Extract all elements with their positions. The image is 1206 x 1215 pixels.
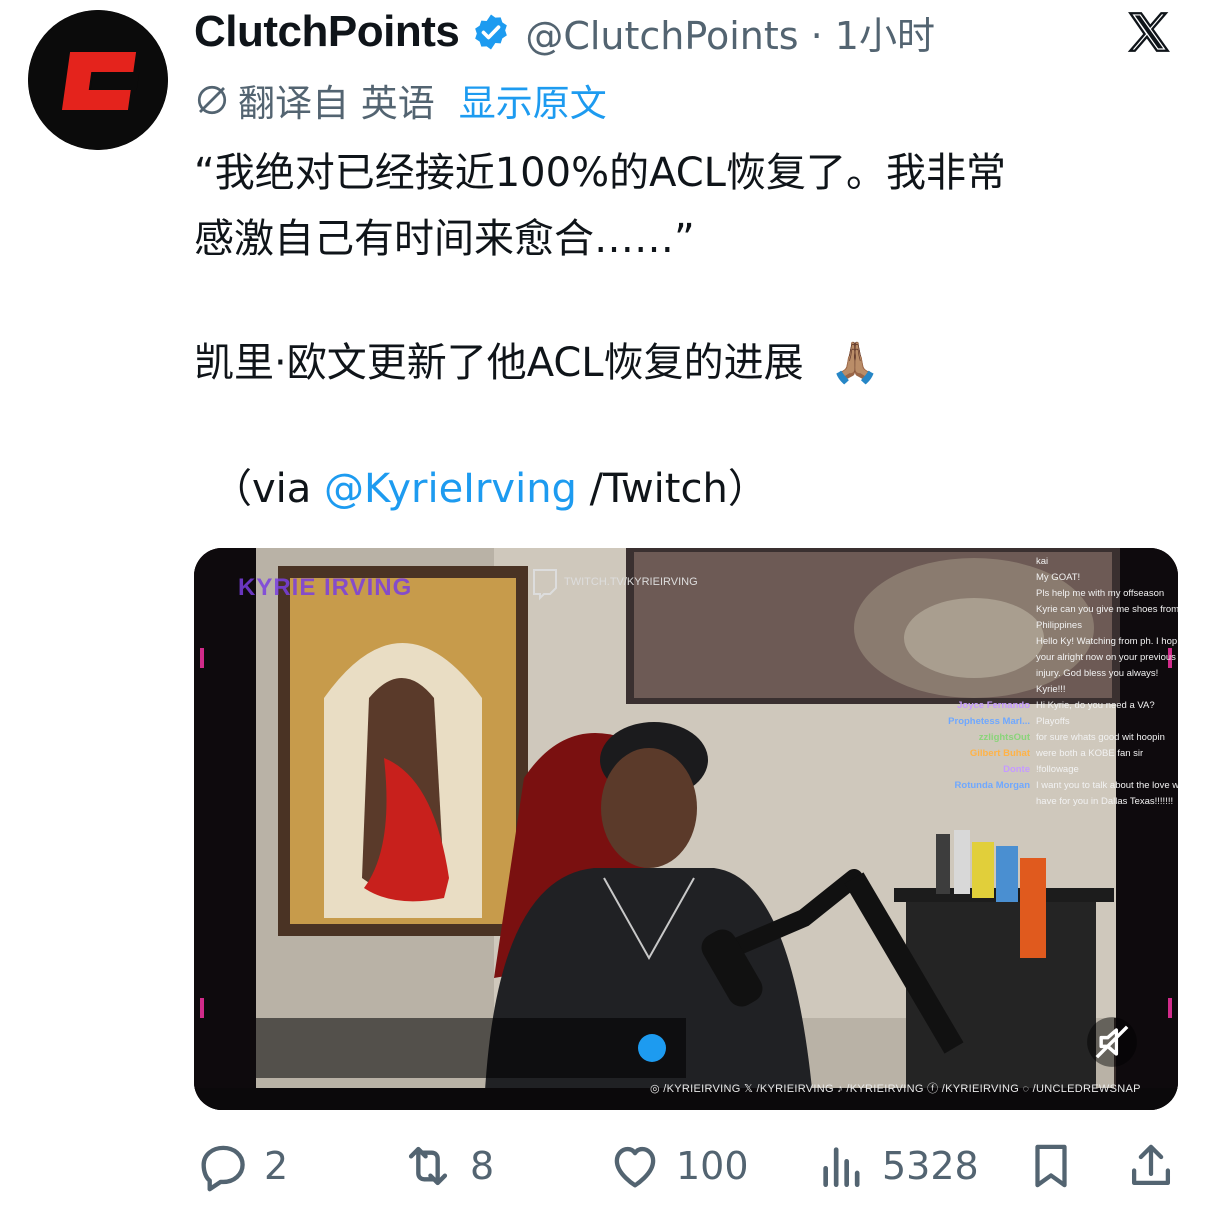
chat-text: Kyrie!!! [1036, 684, 1066, 695]
stream-twitch-url: TWITCH.TV/KYRIEIRVING [564, 576, 698, 588]
like-count: 100 [676, 1144, 749, 1188]
chat-text: injury. God bless you always! [1036, 668, 1159, 679]
chat-text: Pls help me with my offseason [1036, 588, 1165, 599]
chat-username: Rotunda Morgan [954, 780, 1030, 791]
stream-channel-title: KYRIE IRVING [238, 574, 413, 601]
chat-username [934, 634, 1036, 650]
chat-message: Kyrie can you give me shoes from [934, 602, 1178, 618]
like-button[interactable]: 100 [606, 1134, 749, 1198]
chat-message: zzlightsOut for sure whats good wit hoopi… [934, 730, 1178, 746]
chat-username [934, 618, 1036, 634]
chat-message: have for you in Dallas Texas!!!!!!! [934, 794, 1178, 810]
chat-text: Kyrie can you give me shoes from [1036, 604, 1178, 615]
mute-icon[interactable] [1086, 1016, 1138, 1068]
praying-hands-emoji: 🙏🏽 [830, 340, 881, 386]
show-original-link[interactable]: 显示原文 [459, 73, 607, 127]
clutchpoints-logo-icon [28, 10, 168, 150]
translate-icon [194, 82, 230, 118]
tweet-line: “我绝对已经接近100%的ACL恢复了。我非常 [194, 150, 1006, 196]
chat-message: injury. God bless you always! [934, 666, 1178, 682]
chat-text: My GOAT! [1036, 572, 1081, 583]
avatar[interactable] [28, 10, 168, 150]
via-suffix: /Twitch） [576, 466, 768, 512]
repost-count: 8 [470, 1144, 495, 1188]
views-icon [823, 1147, 860, 1187]
chat-message: Philippines [934, 618, 1178, 634]
chat-message: Gilbert Buhat were both a KOBE fan sir [934, 746, 1178, 762]
chat-text: Hi Kyrie, do you need a VA? [1036, 700, 1155, 711]
chat-text: your alright now on your previous [1036, 652, 1176, 663]
chat-username [934, 666, 1036, 682]
stream-chat-overlay: kai My GOAT! Pls help me with my offseason… [934, 554, 1178, 810]
chat-username: Joyce Fernando [957, 700, 1030, 711]
repost-button[interactable]: 8 [398, 1134, 494, 1198]
chat-message: Pls help me with my offseason [934, 586, 1178, 602]
stream-social-bar: ◎ /KYRIEIRVING 𝕏 /KYRIEIRVING ♪ /KYRIEIR… [650, 1083, 1141, 1095]
chat-username: zzlightsOut [978, 732, 1030, 743]
bookmark-button[interactable] [1024, 1134, 1090, 1198]
chat-text: !followage [1036, 764, 1079, 775]
views-button[interactable]: 5328 [814, 1134, 979, 1198]
chat-message: Joyce Fernando Hi Kyrie, do you need a VA… [934, 698, 1178, 714]
chat-message: Donte !followage [934, 762, 1178, 778]
tweet-line-text: 凯里·欧文更新了他ACL恢复的进展 [194, 340, 804, 386]
mention-link[interactable]: @KyrieIrving [324, 466, 577, 512]
translation-notice: 翻译自 英语 显示原文 [194, 74, 607, 126]
tweet-line: 凯里·欧文更新了他ACL恢复的进展 🙏🏽 [194, 330, 880, 396]
heart-icon [614, 1146, 656, 1188]
chat-username: Gilbert Buhat [969, 748, 1030, 759]
chat-username [934, 602, 1036, 618]
chat-username [934, 570, 1036, 586]
chat-text: I want you to talk about the love w [1036, 780, 1178, 791]
chat-username [934, 554, 1036, 570]
chat-message: kai [934, 554, 1178, 570]
chat-text: kai [1036, 556, 1049, 567]
chat-username [934, 586, 1036, 602]
chat-text: for sure whats good wit hoopin [1036, 732, 1165, 743]
chat-username [934, 794, 1036, 810]
chat-message: Hello Ky! Watching from ph. I hop [934, 634, 1178, 650]
tweet-via-line: （via @KyrieIrving /Twitch） [212, 456, 768, 522]
views-count: 5328 [882, 1144, 979, 1188]
chat-text: were both a KOBE fan sir [1036, 748, 1144, 759]
chat-text: Hello Ky! Watching from ph. I hop [1036, 636, 1178, 647]
chat-text: Playoffs [1036, 716, 1070, 727]
chat-message: My GOAT! [934, 570, 1178, 586]
chat-username: Donte [1003, 764, 1030, 775]
video-player[interactable]: KYRIE IRVING TWITCH.TV/KYRIEIRVING kai My… [194, 548, 1178, 1110]
reply-button[interactable]: 2 [194, 1134, 288, 1198]
tweet-header: ClutchPoints @ClutchPoints · 1小时 [194, 4, 1094, 60]
verified-badge-icon [471, 12, 511, 52]
chat-message: Kyrie!!! [934, 682, 1178, 698]
repost-icon [408, 1146, 448, 1186]
chat-username: Prophetess Marl... [948, 716, 1030, 727]
share-button[interactable] [1124, 1134, 1190, 1198]
bookmark-icon [1035, 1144, 1067, 1188]
reply-icon [201, 1145, 245, 1192]
chat-message: your alright now on your previous [934, 650, 1178, 666]
author-handle-time: @ClutchPoints · 1小时 [525, 13, 935, 58]
chat-text: Philippines [1036, 620, 1082, 631]
chat-username [934, 650, 1036, 666]
author-name[interactable]: ClutchPoints [194, 7, 460, 57]
chat-username [934, 682, 1036, 698]
chat-text: have for you in Dallas Texas!!!!!!! [1036, 796, 1174, 807]
share-icon [1131, 1144, 1171, 1186]
tweet-line: 感激自己有时间来愈合……” [194, 216, 695, 262]
reply-count: 2 [264, 1144, 289, 1188]
x-logo-icon[interactable] [1124, 8, 1174, 58]
chat-message: Rotunda Morgan I want you to talk about t… [934, 778, 1178, 794]
translation-label: 翻译自 英语 [238, 82, 435, 125]
chat-message: Prophetess Marl... Playoffs [934, 714, 1178, 730]
via-prefix: （via [212, 466, 325, 512]
tweet-actions: 2 8 100 5328 [194, 1134, 1184, 1198]
